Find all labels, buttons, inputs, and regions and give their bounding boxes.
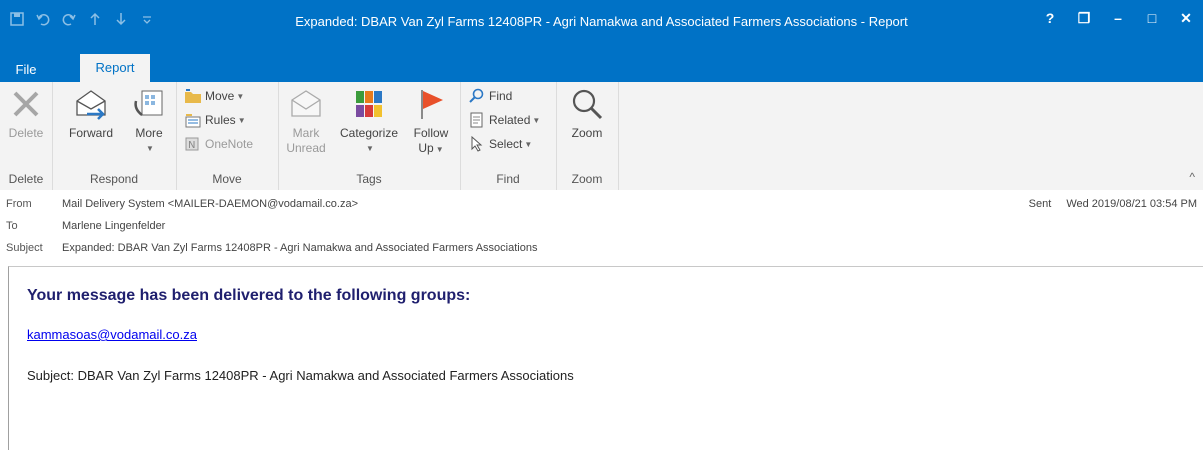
sent-label: Sent (1028, 198, 1052, 210)
group-label-move: Move (212, 172, 242, 186)
related-dropdown-icon: ▼ (532, 115, 541, 125)
mark-label-1: Mark (292, 126, 320, 140)
categorize-label: Categorize (339, 126, 399, 140)
onenote-icon: N (184, 135, 202, 153)
follow-up-button[interactable]: Follow Up ▼ (408, 86, 454, 157)
select-button[interactable]: Select ▼ (468, 134, 532, 154)
to-row: To Marlene Lingenfelder (6, 220, 165, 238)
collapse-ribbon-icon[interactable]: ^ (1189, 170, 1195, 184)
delete-label: Delete (8, 126, 44, 140)
group-label-zoom: Zoom (571, 172, 603, 186)
folder-move-icon (184, 87, 202, 105)
body-subject-line: Subject: DBAR Van Zyl Farms 12408PR - Ag… (27, 368, 574, 383)
magnifier-icon (569, 86, 605, 122)
minimize-button[interactable]: – (1101, 0, 1135, 36)
find-button[interactable]: Find (468, 86, 512, 106)
svg-text:N: N (188, 140, 195, 151)
to-label: To (6, 220, 18, 232)
related-label: Related (489, 113, 531, 127)
follow-label-2: Up (418, 141, 434, 155)
delivery-heading: Your message has been delivered to the f… (27, 287, 471, 304)
search-icon (468, 87, 486, 105)
group-label-delete: Delete (8, 172, 44, 186)
from-value[interactable]: Mail Delivery System <MAILER-DAEMON@voda… (62, 198, 358, 216)
group-tags: Mark Unread Categorize ▼ Follow Up ▼ Tags (278, 82, 461, 190)
move-dropdown-icon: ▼ (236, 91, 245, 101)
cursor-select-icon (468, 135, 486, 153)
move-button[interactable]: Move ▼ (184, 86, 244, 106)
message-body[interactable]: Your message has been delivered to the f… (8, 266, 1203, 450)
more-respond-icon (131, 86, 167, 122)
follow-up-dropdown-icon: ▼ (435, 145, 444, 154)
window-title: Expanded: DBAR Van Zyl Farms 12408PR - A… (295, 14, 908, 29)
subject-row: Subject Expanded: DBAR Van Zyl Farms 124… (6, 242, 537, 260)
group-find: Find Related ▼ Select ▼ Find (460, 82, 557, 190)
rules-button[interactable]: Rules ▼ (184, 110, 246, 130)
delete-x-icon (8, 86, 44, 122)
onenote-label: OneNote (205, 137, 254, 151)
group-label-find: Find (496, 172, 520, 186)
follow-up-label-2-row: Up ▼ (408, 141, 454, 157)
group-label-tags: Tags (356, 172, 382, 186)
tab-report[interactable]: Report (80, 54, 150, 82)
flag-icon (413, 86, 449, 122)
forward-icon (73, 86, 109, 122)
tab-file[interactable]: File (6, 58, 46, 82)
related-button[interactable]: Related ▼ (468, 110, 540, 130)
forward-button[interactable]: Forward (64, 86, 118, 141)
group-zoom: Zoom Zoom (556, 82, 619, 190)
group-label-respond: Respond (89, 172, 139, 186)
delete-button[interactable]: Delete (6, 86, 46, 141)
forward-label: Forward (68, 126, 113, 140)
close-button[interactable]: ✕ (1169, 0, 1203, 36)
maximize-button[interactable]: □ (1135, 0, 1169, 36)
group-respond: Forward More ▼ Respond (52, 82, 177, 190)
sent-row: Sent Wed 2019/08/21 03:54 PM (1029, 198, 1197, 210)
find-label: Find (489, 89, 513, 103)
more-label: More (135, 126, 163, 140)
onenote-button[interactable]: N OneNote (184, 134, 253, 154)
zoom-label: Zoom (571, 126, 603, 140)
more-respond-button[interactable]: More ▼ (128, 86, 170, 156)
follow-label-1: Follow (413, 126, 449, 140)
mark-unread-icon (288, 86, 324, 122)
title-bar: Expanded: DBAR Van Zyl Farms 12408PR - A… (0, 0, 1203, 52)
categorize-dropdown-icon: ▼ (366, 144, 374, 153)
from-row: From Mail Delivery System <MAILER-DAEMON… (6, 198, 358, 216)
ribbon: Delete Delete Forward More ▼ Respond Mov… (0, 82, 1203, 191)
from-label: From (6, 198, 32, 210)
ribbon-display-options-button[interactable]: ❐ (1067, 0, 1101, 36)
subject-value: Expanded: DBAR Van Zyl Farms 12408PR - A… (62, 242, 538, 254)
group-delete: Delete Delete (0, 82, 53, 190)
select-dropdown-icon: ▼ (524, 139, 533, 149)
subject-label: Subject (6, 242, 43, 254)
ribbon-tab-row (0, 52, 1203, 82)
related-icon (468, 111, 486, 129)
rules-icon (184, 111, 202, 129)
to-value[interactable]: Marlene Lingenfelder (62, 220, 165, 238)
categorize-icon (351, 86, 387, 122)
window-controls: ? ❐ – □ ✕ (1033, 0, 1203, 36)
rules-label: Rules (205, 113, 236, 127)
group-move: Move ▼ Rules ▼ N OneNote Move (176, 82, 279, 190)
categorize-button[interactable]: Categorize ▼ (334, 86, 404, 156)
rules-dropdown-icon: ▼ (237, 115, 246, 125)
select-label: Select (489, 137, 523, 151)
group-email-link[interactable]: kammasoas@vodamail.co.za (27, 327, 197, 342)
mark-unread-button[interactable]: Mark Unread (284, 86, 328, 156)
move-label: Move (205, 89, 235, 103)
sent-value: Wed 2019/08/21 03:54 PM (1066, 198, 1197, 210)
zoom-button[interactable]: Zoom (564, 86, 610, 141)
mark-label-2: Unread (286, 141, 326, 155)
help-button[interactable]: ? (1033, 0, 1067, 36)
more-dropdown-icon: ▼ (146, 144, 154, 153)
